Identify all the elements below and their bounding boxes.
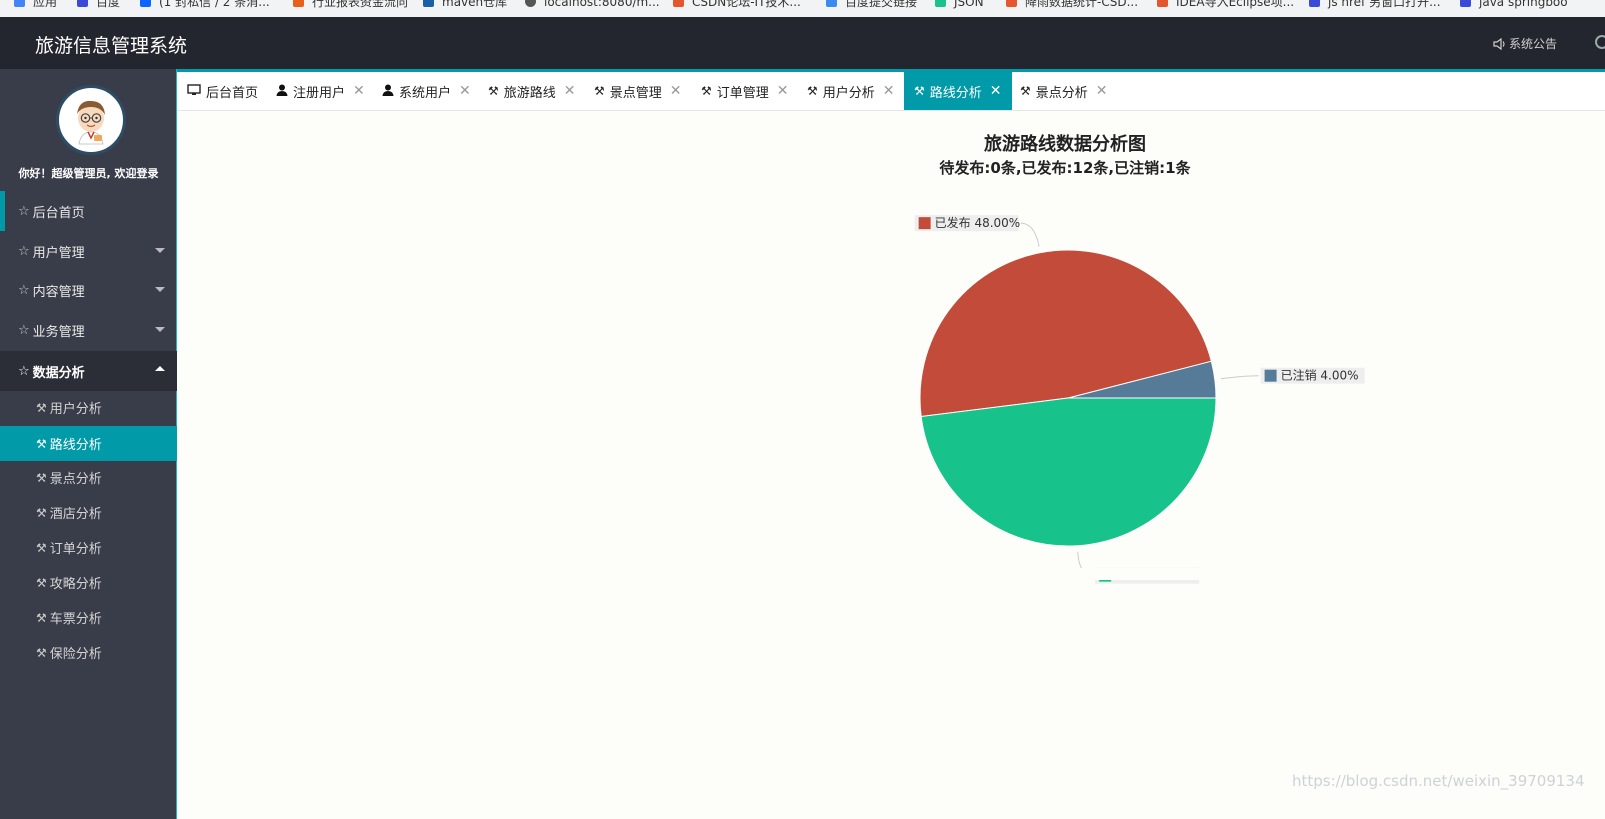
wrench-icon: ⚒ bbox=[914, 84, 925, 98]
chevron-down-icon bbox=[155, 248, 165, 253]
csdn-icon bbox=[673, 0, 684, 7]
bookmark-baidu[interactable]: 百度 bbox=[77, 0, 120, 10]
wrench-icon: ⚒ bbox=[1020, 84, 1031, 98]
bookmark-apps[interactable]: 应用 bbox=[14, 0, 57, 10]
monitor-icon bbox=[187, 83, 201, 99]
globe-icon bbox=[525, 0, 536, 7]
star-icon: ☆ bbox=[18, 322, 30, 338]
flame-icon bbox=[293, 0, 304, 7]
baidu-paw-icon bbox=[1460, 0, 1471, 7]
close-icon[interactable]: ✕ bbox=[564, 83, 576, 99]
bookmark-js-href[interactable]: js href 另窗口打开... bbox=[1309, 0, 1441, 10]
user-menu-icon[interactable] bbox=[1595, 35, 1605, 49]
bookmark-csdn[interactable]: CSDN论坛-IT技术... bbox=[673, 0, 801, 10]
wrench-icon: ⚒ bbox=[488, 84, 499, 98]
sidebar-item-content-management[interactable]: ☆ 内容管理 bbox=[0, 270, 177, 310]
bookmark-java-springboot[interactable]: java springboo bbox=[1460, 0, 1568, 10]
star-icon: ☆ bbox=[18, 282, 30, 298]
wrench-icon: ⚒ bbox=[36, 505, 47, 520]
sidebar-sub-spot-analysis[interactable]: ⚒ 景点分析 bbox=[0, 460, 177, 495]
close-icon[interactable]: ✕ bbox=[990, 83, 1002, 99]
tab-order-management[interactable]: ⚒ 订单管理 ✕ bbox=[701, 72, 789, 110]
chart-subtitle: 待发布:0条,已发布:12条,已注销:1条 bbox=[939, 159, 1191, 177]
wrench-icon: ⚒ bbox=[701, 84, 712, 98]
apps-grid-icon bbox=[14, 0, 25, 7]
csdn-icon bbox=[1006, 0, 1017, 7]
close-icon[interactable]: ✕ bbox=[883, 83, 895, 99]
star-icon: ☆ bbox=[18, 243, 30, 259]
sidebar-sub-route-analysis[interactable]: ⚒ 路线分析 bbox=[0, 426, 177, 461]
user-icon bbox=[382, 84, 394, 99]
sidebar-item-business-management[interactable]: ☆ 业务管理 bbox=[0, 310, 177, 350]
system-notice-link[interactable]: 系统公告 bbox=[1493, 35, 1557, 52]
star-icon: ☆ bbox=[18, 363, 30, 379]
tab-registered-users[interactable]: 注册用户 ✕ bbox=[276, 72, 365, 110]
wrench-icon: ⚒ bbox=[36, 540, 47, 555]
close-icon[interactable]: ✕ bbox=[353, 83, 365, 99]
bookmark-zhihu[interactable]: (1 封私信 / 2 条消... bbox=[140, 0, 270, 10]
avatar[interactable] bbox=[56, 85, 126, 155]
wrench-icon: ⚒ bbox=[36, 400, 47, 415]
wrench-icon: ⚒ bbox=[594, 84, 605, 98]
close-icon[interactable]: ✕ bbox=[459, 83, 471, 99]
json-icon bbox=[935, 0, 946, 7]
tab-spot-analysis[interactable]: ⚒ 景点分析 ✕ bbox=[1020, 72, 1108, 110]
app-title: 旅游信息管理系统 bbox=[35, 35, 188, 57]
baidu-paw-icon bbox=[826, 0, 837, 7]
maven-icon bbox=[423, 0, 434, 7]
welcome-text: 你好！超级管理员, 欢迎登录 bbox=[18, 167, 159, 180]
tab-route-analysis[interactable]: ⚒ 路线分析 ✕ bbox=[904, 72, 1012, 110]
sidebar-sub-user-analysis[interactable]: ⚒ 用户分析 bbox=[0, 390, 177, 425]
sidebar: 你好！超级管理员, 欢迎登录 ☆ 后台首页 ☆ 用户管理 ☆ 内容管理 ☆ 业务管理 ☆… bbox=[0, 69, 177, 819]
bookmark-rain-stats[interactable]: 降雨数据统计-CSD... bbox=[1006, 0, 1138, 10]
sidebar-sub-order-analysis[interactable]: ⚒ 订单分析 bbox=[0, 530, 177, 565]
watermark: https://blog.csdn.net/weixin_39709134 bbox=[1292, 772, 1585, 790]
close-icon[interactable]: ✕ bbox=[777, 83, 789, 99]
sidebar-item-dashboard[interactable]: ☆ 后台首页 bbox=[0, 191, 177, 231]
star-icon: ☆ bbox=[18, 203, 30, 219]
csdn-icon bbox=[1157, 0, 1168, 7]
baidu-paw-icon bbox=[77, 0, 88, 7]
content-area bbox=[178, 112, 1605, 819]
zhihu-icon bbox=[140, 0, 151, 7]
wrench-icon: ⚒ bbox=[36, 645, 47, 660]
user-icon bbox=[276, 84, 288, 99]
baidu-paw-icon bbox=[1309, 0, 1320, 7]
tab-spot-management[interactable]: ⚒ 景点管理 ✕ bbox=[594, 72, 682, 110]
tab-bar: 后台首页 注册用户 ✕ 系统用户 ✕ ⚒ 旅游路线 ✕ ⚒ 景点管理 ✕ ⚒ 订单管理 ✕ ⚒ 用… bbox=[177, 72, 1605, 111]
sidebar-item-user-management[interactable]: ☆ 用户管理 bbox=[0, 231, 177, 271]
bookmark-maven[interactable]: maven仓库 bbox=[423, 0, 507, 10]
top-header: 旅游信息管理系统 系统公告 bbox=[0, 17, 1605, 69]
chevron-down-icon bbox=[155, 287, 165, 292]
wrench-icon: ⚒ bbox=[36, 436, 47, 451]
tab-travel-routes[interactable]: ⚒ 旅游路线 ✕ bbox=[488, 72, 576, 110]
wrench-icon: ⚒ bbox=[36, 610, 47, 625]
sidebar-sub-ticket-analysis[interactable]: ⚒ 车票分析 bbox=[0, 600, 177, 635]
bookmark-localhost[interactable]: localhost:8080/m... bbox=[525, 0, 660, 10]
close-icon[interactable]: ✕ bbox=[670, 83, 682, 99]
tab-user-analysis[interactable]: ⚒ 用户分析 ✕ bbox=[807, 72, 895, 110]
sidebar-sub-guide-analysis[interactable]: ⚒ 攻略分析 bbox=[0, 565, 177, 600]
sidebar-item-data-analysis[interactable]: ☆ 数据分析 bbox=[0, 351, 177, 391]
sidebar-sub-insurance-analysis[interactable]: ⚒ 保险分析 bbox=[0, 635, 177, 670]
chart-title: 旅游路线数据分析图 bbox=[984, 134, 1146, 155]
close-icon[interactable]: ✕ bbox=[1096, 83, 1108, 99]
bookmark-json[interactable]: JSON bbox=[935, 0, 984, 10]
sidebar-sub-hotel-analysis[interactable]: ⚒ 酒店分析 bbox=[0, 495, 177, 530]
bookmark-baidu-submit[interactable]: 百度提交链接 bbox=[826, 0, 917, 10]
speaker-icon bbox=[1493, 37, 1505, 50]
bookmark-funds[interactable]: 行业报表资金流向 bbox=[293, 0, 408, 10]
avatar-cartoon-icon bbox=[77, 100, 105, 145]
wrench-icon: ⚒ bbox=[36, 575, 47, 590]
chevron-up-icon bbox=[155, 366, 165, 371]
tab-dashboard[interactable]: 后台首页 bbox=[187, 72, 258, 110]
chevron-down-icon bbox=[155, 327, 165, 332]
bookmarks-bar: 应用 百度 (1 封私信 / 2 条消... 行业报表资金流向 maven仓库 … bbox=[0, 0, 1605, 17]
bookmark-idea[interactable]: IDEA导入Eclipse项... bbox=[1157, 0, 1294, 10]
tab-system-users[interactable]: 系统用户 ✕ bbox=[382, 72, 471, 110]
wrench-icon: ⚒ bbox=[36, 470, 47, 485]
wrench-icon: ⚒ bbox=[807, 84, 818, 98]
